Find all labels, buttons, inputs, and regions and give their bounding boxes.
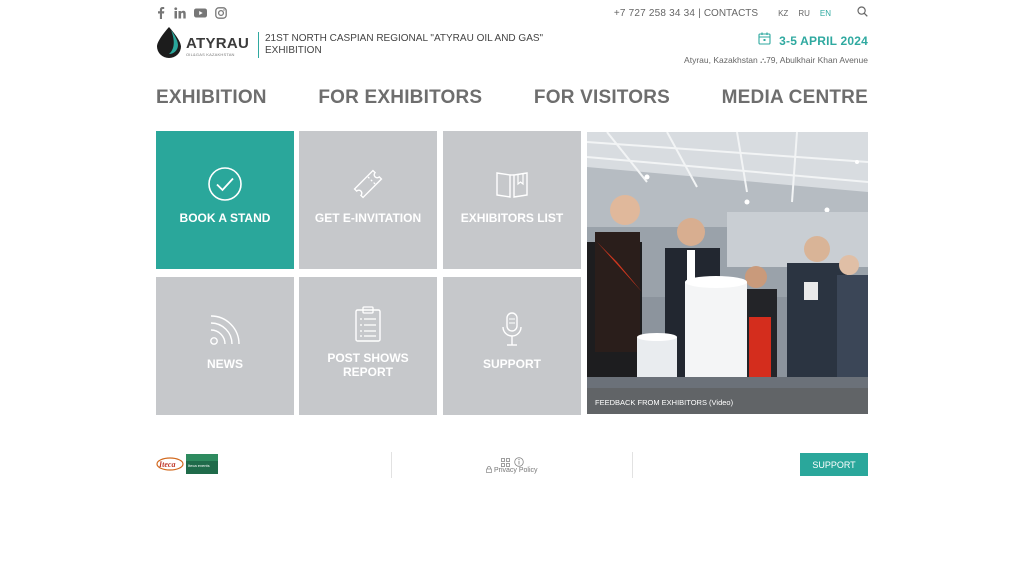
footer: Iteca Iteca events Privacy Policy SUPPOR… <box>156 450 868 480</box>
book-icon <box>492 166 532 202</box>
tile-label: BOOK A STAND <box>179 211 271 225</box>
logo-text: ATYRAU <box>186 35 250 52</box>
footer-divider <box>391 452 392 478</box>
post-shows-report-tile[interactable]: POST SHOWS REPORT <box>299 277 437 415</box>
lang-en[interactable]: EN <box>820 9 831 18</box>
linkedin-icon[interactable] <box>174 6 186 19</box>
book-a-stand-tile[interactable]: BOOK A STAND <box>156 131 294 269</box>
social-links <box>156 6 227 19</box>
nav-exhibition[interactable]: EXHIBITION <box>156 87 267 109</box>
nav-for-visitors[interactable]: FOR VISITORS <box>534 87 670 109</box>
phone-number[interactable]: +7 727 258 34 34 <box>614 8 695 19</box>
site-logo[interactable]: ATYRAU OIL&GAS KAZAKHSTAN <box>156 27 254 59</box>
news-tile[interactable]: NEWS <box>156 277 294 415</box>
nav-for-exhibitors[interactable]: FOR EXHIBITORS <box>318 87 482 109</box>
iteca-logo-text: Iteca <box>158 460 175 469</box>
iteca-events-logo[interactable]: Iteca events <box>186 454 218 479</box>
contacts-link[interactable]: CONTACTS <box>704 8 758 19</box>
event-info: 3-5 APRIL 2024 Atyrau, Kazakhstan ⛬79, A… <box>684 32 868 66</box>
iteca-events-logo-text: Iteca events <box>188 463 210 468</box>
support-tile[interactable]: SUPPORT <box>443 277 581 415</box>
top-bar: +7 727 258 34 34 | CONTACTS KZ RU EN <box>156 6 868 20</box>
tile-label: NEWS <box>207 357 243 371</box>
search-icon[interactable] <box>857 6 868 20</box>
ticket-icon <box>348 166 388 202</box>
lang-ru[interactable]: RU <box>798 9 810 18</box>
tile-label: POST SHOWS REPORT <box>327 351 409 379</box>
exhibition-photo <box>587 132 868 414</box>
partner-logos: Iteca Iteca events <box>156 454 218 479</box>
exhibition-title: 21ST NORTH CASPIAN REGIONAL "ATYRAU OIL … <box>265 33 544 56</box>
contacts-area: +7 727 258 34 34 | CONTACTS KZ RU EN <box>614 6 868 20</box>
main-nav: EXHIBITION FOR EXHIBITORS FOR VISITORS M… <box>156 87 868 109</box>
nav-media-centre[interactable]: MEDIA CENTRE <box>722 87 868 109</box>
iteca-logo[interactable]: Iteca <box>156 456 184 477</box>
lock-icon <box>486 466 494 474</box>
footer-divider <box>632 452 633 478</box>
exhibitors-feedback-video[interactable]: FEEDBACK FROM EXHIBITORS (Video) <box>587 132 868 414</box>
facebook-icon[interactable] <box>156 6 166 19</box>
logo-subtext: OIL&GAS KAZAKHSTAN <box>186 52 235 57</box>
lang-kz[interactable]: KZ <box>778 9 788 18</box>
e-invitation-tile[interactable]: GET E-INVITATION <box>299 131 437 269</box>
event-location: Atyrau, Kazakhstan ⛬79, Abulkhair Khan A… <box>684 55 868 65</box>
support-button[interactable]: SUPPORT <box>800 453 868 476</box>
calendar-icon <box>758 32 771 50</box>
language-switcher: KZ RU EN <box>778 9 831 18</box>
tile-label: GET E-INVITATION <box>314 211 422 225</box>
header-divider <box>258 32 259 58</box>
checkmark-circle-icon <box>205 166 245 202</box>
microphone-icon <box>492 312 532 348</box>
tile-label: SUPPORT <box>482 357 541 371</box>
privacy-policy-link[interactable]: Privacy Policy <box>486 466 538 474</box>
oil-drop-icon <box>156 27 182 63</box>
contacts-separator: | <box>698 7 701 19</box>
exhibitors-list-tile[interactable]: EXHIBITORS LIST <box>443 131 581 269</box>
instagram-icon[interactable] <box>215 6 227 19</box>
video-caption: FEEDBACK FROM EXHIBITORS (Video) <box>587 388 868 414</box>
youtube-icon[interactable] <box>194 8 207 18</box>
clipboard-icon <box>348 305 388 342</box>
privacy-policy-label: Privacy Policy <box>493 467 538 474</box>
tile-label: EXHIBITORS LIST <box>460 211 564 225</box>
event-date: 3-5 APRIL 2024 <box>779 34 868 48</box>
rss-icon <box>205 312 245 348</box>
